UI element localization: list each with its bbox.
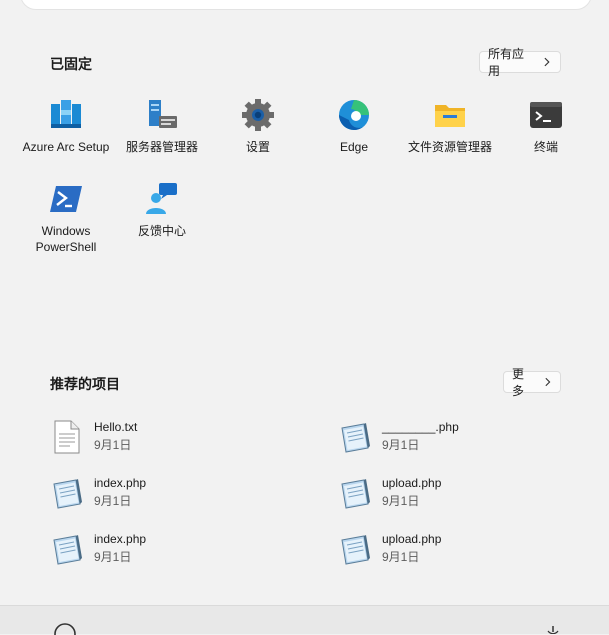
recommended-item[interactable]: index.php 9月1日	[50, 528, 290, 572]
pinned-app-feedback-hub[interactable]: 反馈中心	[112, 182, 212, 262]
item-date: 9月1日	[382, 438, 420, 452]
app-label: 文件资源管理器	[407, 140, 492, 154]
pinned-app-terminal[interactable]: 终端	[496, 98, 596, 178]
item-name: index.php	[94, 532, 147, 546]
app-label: 设置	[245, 140, 270, 154]
search-input[interactable]	[20, 0, 592, 10]
app-label: Azure Arc Setup	[22, 140, 110, 154]
azure-arc-icon	[51, 100, 81, 128]
all-apps-label: 所有应用	[488, 47, 525, 78]
edge-icon	[339, 100, 369, 130]
pinned-section-title: 已固定	[50, 56, 92, 72]
recommended-item[interactable]: Hello.txt 9月1日	[50, 416, 290, 460]
pinned-app-file-explorer[interactable]: 文件资源管理器	[400, 98, 500, 178]
pinned-app-edge[interactable]: Edge	[304, 98, 404, 178]
server-manager-icon	[149, 100, 177, 128]
pinned-app-azure-arc-setup[interactable]: Azure Arc Setup	[16, 98, 116, 178]
search-icon	[41, 0, 51, 3]
php-file-icon	[53, 535, 82, 565]
item-name: Hello.txt	[94, 420, 138, 434]
app-label: Edge	[339, 140, 369, 154]
recommended-item[interactable]: upload.php 9月1日	[338, 472, 578, 516]
recommended-section-title: 推荐的项目	[50, 376, 120, 392]
more-label: 更多	[512, 367, 525, 398]
php-file-icon	[341, 479, 370, 509]
php-file-icon	[341, 535, 370, 565]
item-date: 9月1日	[382, 550, 420, 564]
terminal-icon	[530, 102, 562, 128]
settings-gear-icon	[242, 99, 274, 131]
item-date: 9月1日	[94, 438, 132, 452]
item-date: 9月1日	[94, 550, 132, 564]
app-label: Windows PowerShell	[35, 224, 97, 254]
app-label: 终端	[533, 140, 558, 154]
item-date: 9月1日	[382, 494, 420, 508]
pinned-app-settings[interactable]: 设置	[208, 98, 308, 178]
recommended-item[interactable]: ________.php 9月1日	[338, 416, 578, 460]
app-label: 服务器管理器	[125, 140, 198, 154]
item-name: upload.php	[382, 532, 442, 546]
item-name: ________.php	[382, 420, 459, 434]
text-file-icon	[54, 420, 80, 454]
all-apps-button[interactable]: 所有应用	[479, 47, 561, 78]
php-file-icon	[53, 479, 82, 509]
file-explorer-icon	[435, 105, 465, 127]
recommended-item[interactable]: upload.php 9月1日	[338, 528, 578, 572]
start-footer	[0, 605, 609, 635]
php-file-icon	[341, 423, 370, 453]
item-date: 9月1日	[94, 494, 132, 508]
pinned-app-server-manager[interactable]: 服务器管理器	[112, 98, 212, 178]
powershell-icon	[50, 186, 82, 212]
more-button[interactable]: 更多	[503, 367, 561, 398]
item-name: index.php	[94, 476, 147, 490]
feedback-hub-icon	[146, 183, 177, 214]
app-label: 反馈中心	[137, 224, 186, 238]
pinned-app-windows-powershell[interactable]: Windows PowerShell	[16, 182, 116, 262]
item-name: upload.php	[382, 476, 442, 490]
chevron-right-icon	[545, 377, 550, 387]
recommended-item[interactable]: index.php 9月1日	[50, 472, 290, 516]
user-avatar-icon[interactable]	[52, 623, 78, 635]
chevron-right-icon	[544, 57, 550, 67]
